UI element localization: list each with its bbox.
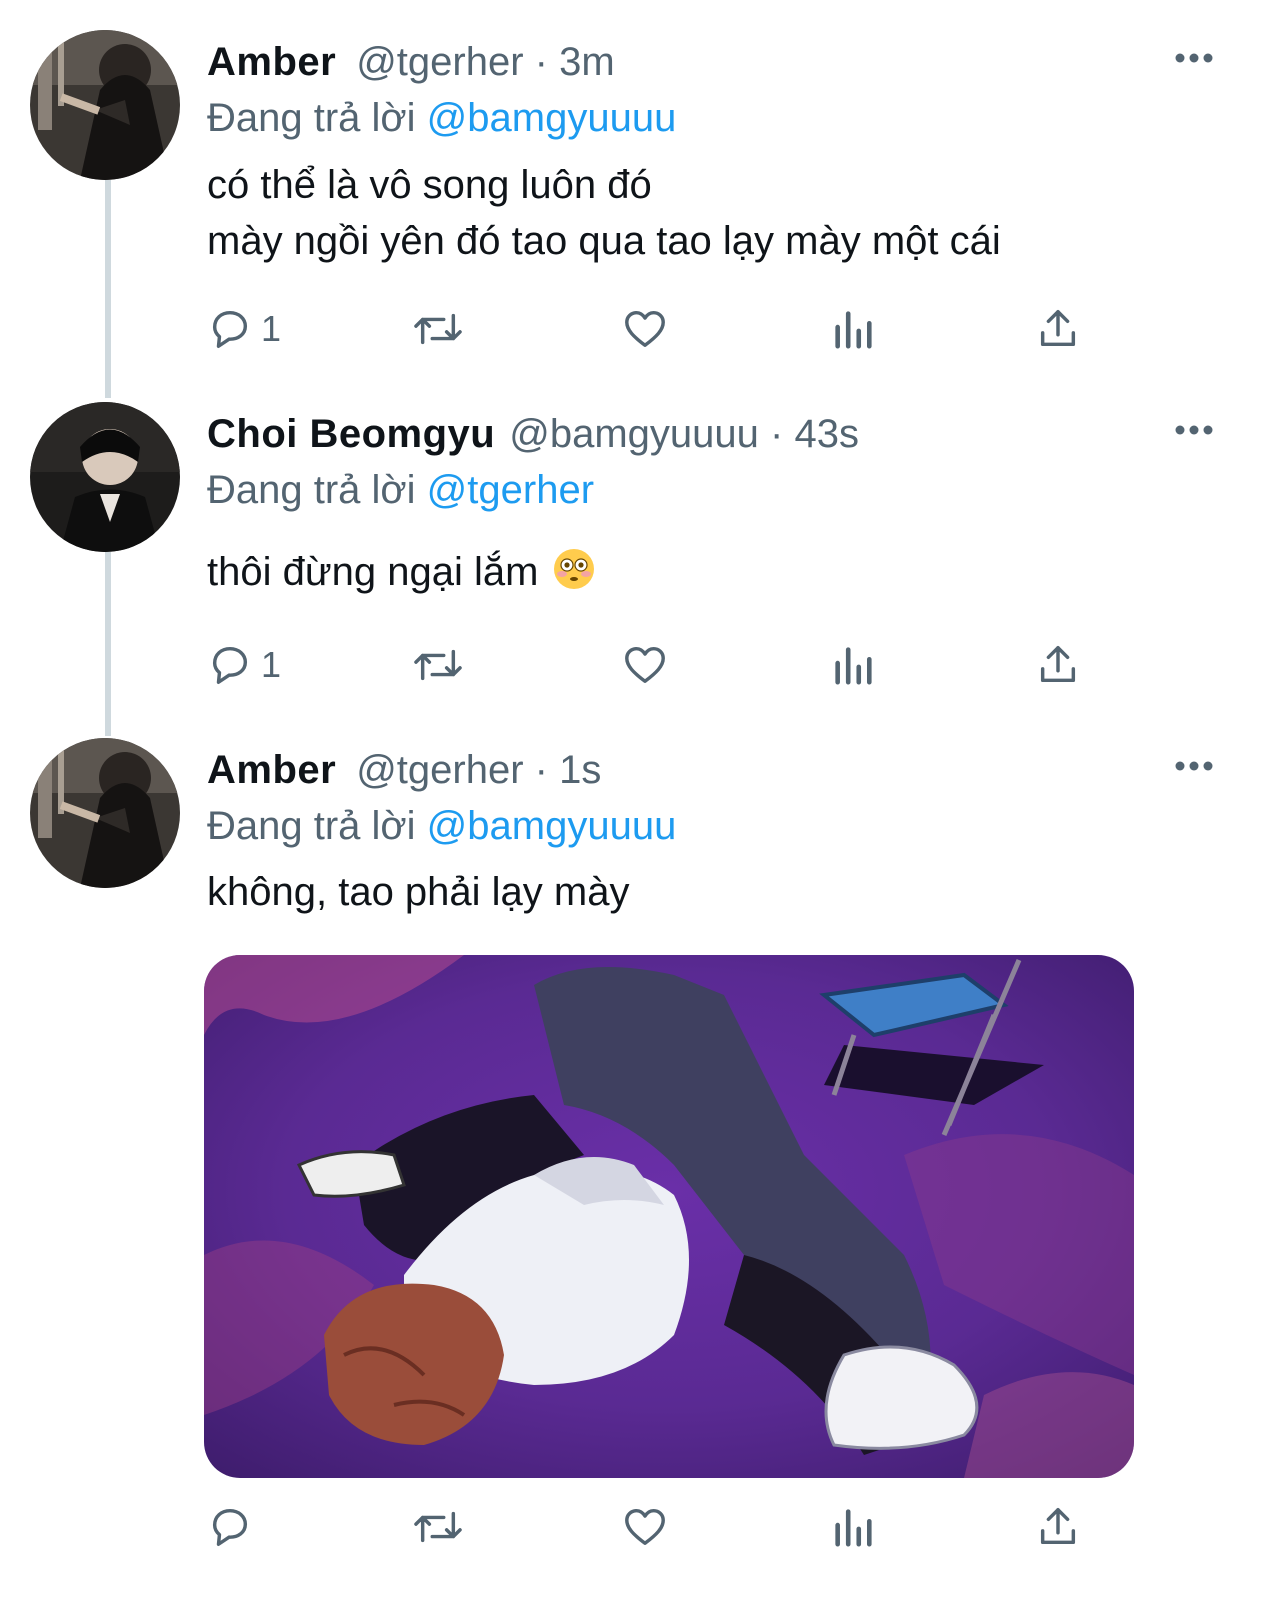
tweet-text: thôi đừng ngại lắm [207,544,596,600]
more-icon[interactable] [1174,48,1214,68]
analytics-button[interactable] [831,1502,875,1552]
display-name[interactable]: Choi Beomgyu [207,412,495,456]
mention-link[interactable]: @tgerher [427,468,594,512]
tweet-text-line: không, tao phải lạy mày [207,870,630,914]
tweet[interactable]: Amber @tgerher · 3m Đang trả lời @bamgyuu… [0,30,1284,380]
tweet-text-line: có thể là vô song luôn đó [207,163,652,207]
reply-button[interactable]: 1 [207,640,281,690]
tweet[interactable]: Choi Beomgyu @bamgyuuuu · 43s Đang trả lờ… [0,402,1284,702]
reply-button[interactable] [207,1502,253,1552]
reply-icon [212,310,248,348]
analytics-button[interactable] [831,304,875,354]
like-icon [625,310,665,348]
more-icon[interactable] [1174,420,1214,440]
separator: · [770,412,784,456]
replying-to-label: Đang trả lời [207,804,416,848]
retweet-button[interactable] [412,304,464,354]
share-icon [1040,310,1076,347]
avatar[interactable] [30,738,180,888]
display-name[interactable]: Amber [207,748,336,792]
separator: · [534,40,548,84]
avatar[interactable] [30,30,180,180]
separator: · [534,748,548,792]
tweet-media-image[interactable] [204,955,1134,1478]
anime-bowing-illustration [204,955,1134,1478]
action-bar: 1 [207,304,1087,354]
analytics-button[interactable] [831,640,875,690]
share-button[interactable] [1035,1502,1081,1552]
like-button[interactable] [621,304,669,354]
replying-to: Đang trả lời @tgerher [207,464,594,516]
flushed-face-icon [554,549,595,589]
timestamp[interactable]: 43s [794,412,859,456]
analytics-icon [835,647,872,685]
like-button[interactable] [621,1502,669,1552]
tweet-text: không, tao phải lạy mày [207,864,629,920]
retweet-button[interactable] [412,1502,464,1552]
retweet-button[interactable] [412,640,464,690]
user-handle[interactable]: @tgerher [356,40,523,84]
mention-link[interactable]: @bamgyuuuu [427,804,677,848]
user-handle[interactable]: @bamgyuuuu [509,412,759,456]
analytics-icon [835,311,872,349]
share-button[interactable] [1035,640,1081,690]
reply-count: 1 [261,644,282,685]
timestamp[interactable]: 3m [559,40,615,84]
share-button[interactable] [1035,304,1081,354]
user-handle[interactable]: @tgerher [356,748,523,792]
tweet-text-line: thôi đừng ngại lắm [207,550,539,594]
reply-button[interactable]: 1 [207,304,281,354]
reply-count: 1 [261,308,282,349]
action-bar: 1 [207,640,1087,690]
reply-icon [212,646,248,684]
action-bar [207,1502,1087,1552]
analytics-icon [835,1509,872,1547]
replying-to: Đang trả lời @bamgyuuuu [207,92,676,144]
retweet-icon [414,313,462,345]
mention-link[interactable]: @bamgyuuuu [427,96,677,140]
replying-to-label: Đang trả lời [207,468,416,512]
replying-to-label: Đang trả lời [207,96,416,140]
share-icon [1040,1508,1076,1545]
retweet-icon [414,1511,462,1543]
tweet-header: Amber @tgerher · 3m [207,38,615,86]
retweet-icon [414,649,462,681]
reply-icon [212,1508,248,1546]
like-button[interactable] [621,640,669,690]
display-name[interactable]: Amber [207,40,336,84]
avatar[interactable] [30,402,180,552]
replying-to: Đang trả lời @bamgyuuuu [207,800,676,852]
timestamp[interactable]: 1s [559,748,601,792]
tweet-header: Choi Beomgyu @bamgyuuuu · 43s [207,410,859,458]
more-icon[interactable] [1174,756,1214,776]
share-icon [1040,646,1076,683]
tweet-text: có thể là vô song luôn đó mày ngồi yên đ… [207,157,1001,269]
tweet-header: Amber @tgerher · 1s [207,746,601,794]
like-icon [625,646,665,684]
tweet-text-line: mày ngồi yên đó tao qua tao lạy mày một … [207,219,1001,263]
like-icon [625,1508,665,1546]
